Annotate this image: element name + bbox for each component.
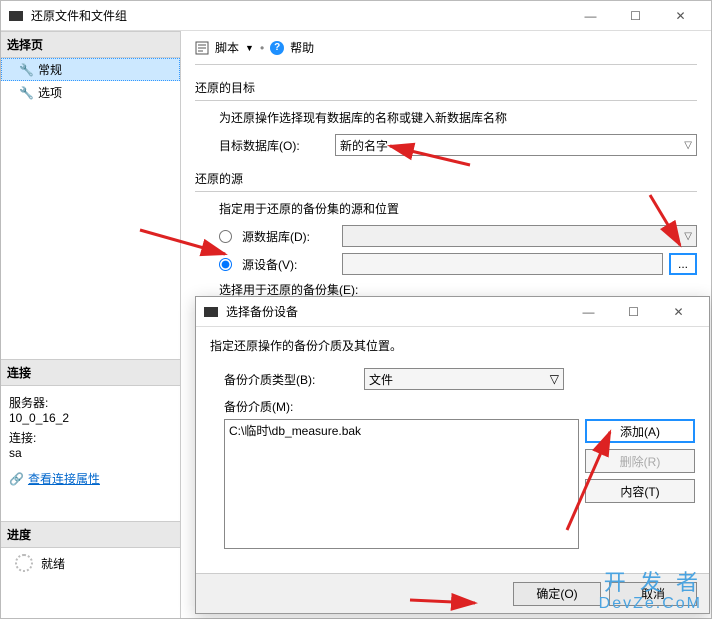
select-backup-device-dialog: 选择备份设备 — ☐ ✕ 指定还原操作的备份介质及其位置。 备份介质类型(B):… xyxy=(195,296,710,614)
sidebar: 选择页 🔧 常规 🔧 选项 连接 服务器: 10_0_16_2 连接: sa 🔗… xyxy=(1,31,181,618)
progress-status: 就绪 xyxy=(41,555,65,572)
modal-minimize-button[interactable]: — xyxy=(566,297,611,326)
source-device-text xyxy=(342,253,663,275)
source-group-title: 还原的源 xyxy=(195,170,697,187)
server-label: 服务器: xyxy=(9,394,172,411)
toolbar: 脚本 ▼ • ? 帮助 xyxy=(195,39,697,62)
target-db-value: 新的名字 xyxy=(340,137,388,154)
ok-button[interactable]: 确定(O) xyxy=(513,582,601,606)
help-button[interactable]: 帮助 xyxy=(290,39,314,56)
wrench-icon: 🔧 xyxy=(19,86,34,100)
view-conn-props-link[interactable]: 查看连接属性 xyxy=(28,470,100,487)
media-type-value: 文件 xyxy=(369,371,393,388)
media-list[interactable]: C:\临时\db_measure.bak xyxy=(224,419,579,549)
target-db-label: 目标数据库(O): xyxy=(219,137,329,154)
modal-title: 选择备份设备 xyxy=(226,303,566,320)
script-icon xyxy=(195,41,209,55)
source-device-label: 源设备(V): xyxy=(242,256,336,273)
dialog-icon xyxy=(204,307,218,317)
separator: • xyxy=(260,41,264,55)
main-titlebar[interactable]: 还原文件和文件组 — ☐ ✕ xyxy=(1,1,711,31)
media-label: 备份介质(M): xyxy=(224,398,695,415)
modal-close-button[interactable]: ✕ xyxy=(656,297,701,326)
modal-footer: 确定(O) 取消 xyxy=(196,573,709,613)
add-button[interactable]: 添加(A) xyxy=(585,419,695,443)
modal-desc: 指定还原操作的备份介质及其位置。 xyxy=(210,337,695,354)
spinner-icon xyxy=(15,554,33,572)
source-desc: 指定用于还原的备份集的源和位置 xyxy=(219,200,697,217)
chevron-down-icon: ▽ xyxy=(684,140,692,151)
script-dropdown[interactable]: ▼ xyxy=(245,43,254,53)
target-db-combo[interactable]: 新的名字 ▽ xyxy=(335,134,697,156)
chevron-down-icon: ▽ xyxy=(684,231,692,242)
chevron-down-icon: ▽ xyxy=(550,372,559,386)
browse-device-button[interactable]: ... xyxy=(669,253,697,275)
modal-titlebar[interactable]: 选择备份设备 — ☐ ✕ xyxy=(196,297,709,327)
conn-props-icon: 🔗 xyxy=(9,472,24,486)
wrench-icon: 🔧 xyxy=(19,63,34,77)
dest-desc: 为还原操作选择现有数据库的名称或键入新数据库名称 xyxy=(219,109,697,126)
script-button[interactable]: 脚本 xyxy=(215,39,239,56)
sidebar-item-general[interactable]: 🔧 常规 xyxy=(1,58,180,81)
server-value: 10_0_16_2 xyxy=(9,411,172,425)
sidebar-item-label: 选项 xyxy=(38,84,62,101)
progress-row: 就绪 xyxy=(1,548,180,578)
sidebar-progress-header: 进度 xyxy=(1,521,180,548)
contents-button[interactable]: 内容(T) xyxy=(585,479,695,503)
main-title: 还原文件和文件组 xyxy=(31,7,568,24)
sidebar-item-label: 常规 xyxy=(38,61,62,78)
app-icon xyxy=(9,11,23,21)
source-db-combo: ▽ xyxy=(342,225,697,247)
remove-button: 删除(R) xyxy=(585,449,695,473)
connection-label: 连接: xyxy=(9,429,172,446)
source-device-radio[interactable] xyxy=(219,258,232,271)
media-list-item[interactable]: C:\临时\db_measure.bak xyxy=(229,422,574,439)
ellipsis-icon: ... xyxy=(678,257,688,271)
sidebar-select-header: 选择页 xyxy=(1,31,180,58)
modal-maximize-button[interactable]: ☐ xyxy=(611,297,656,326)
maximize-button[interactable]: ☐ xyxy=(613,1,658,30)
source-db-radio[interactable] xyxy=(219,230,232,243)
connection-value: sa xyxy=(9,446,172,460)
media-type-label: 备份介质类型(B): xyxy=(224,371,364,388)
connection-panel: 服务器: 10_0_16_2 连接: sa 🔗 查看连接属性 xyxy=(1,386,180,491)
sidebar-conn-header: 连接 xyxy=(1,359,180,386)
window-controls: — ☐ ✕ xyxy=(568,1,703,30)
dest-group-title: 还原的目标 xyxy=(195,79,697,96)
source-db-label: 源数据库(D): xyxy=(242,228,336,245)
media-type-combo[interactable]: 文件 ▽ xyxy=(364,368,564,390)
close-button[interactable]: ✕ xyxy=(658,1,703,30)
sidebar-item-options[interactable]: 🔧 选项 xyxy=(1,81,180,104)
cancel-button[interactable]: 取消 xyxy=(609,582,697,606)
help-icon: ? xyxy=(270,41,284,55)
minimize-button[interactable]: — xyxy=(568,1,613,30)
